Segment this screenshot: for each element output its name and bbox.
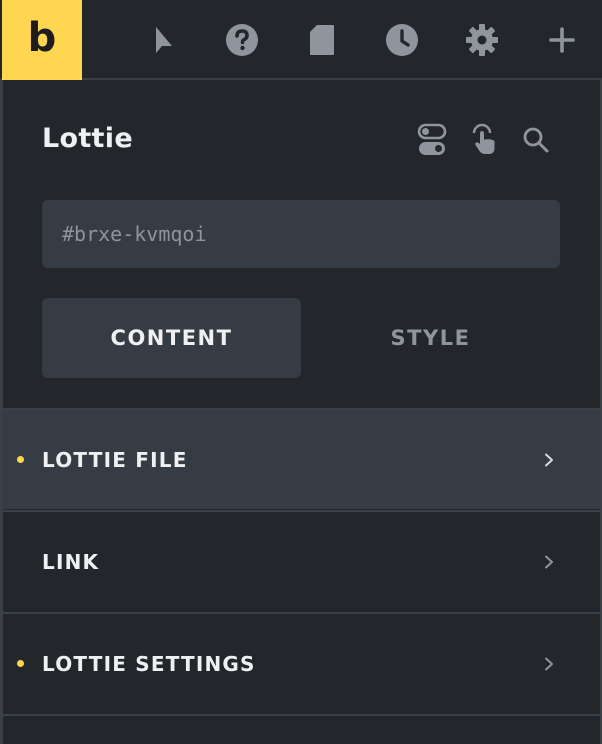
builder-logo[interactable]: b bbox=[2, 0, 82, 80]
panel-title: Lottie bbox=[42, 123, 133, 154]
cursor-icon[interactable] bbox=[142, 20, 182, 60]
chevron-right-icon bbox=[541, 554, 557, 570]
search-icon[interactable] bbox=[518, 122, 554, 158]
css-id-input[interactable] bbox=[42, 200, 560, 268]
tab-style[interactable]: STYLE bbox=[301, 298, 560, 378]
page-icon[interactable] bbox=[302, 20, 342, 60]
section-divider bbox=[3, 714, 600, 744]
help-icon[interactable] bbox=[222, 20, 262, 60]
chevron-right-icon bbox=[541, 656, 557, 672]
section-label: LOTTIE FILE bbox=[42, 447, 188, 472]
plus-icon[interactable] bbox=[542, 20, 582, 60]
modified-indicator bbox=[17, 660, 24, 667]
hand-pointer-icon[interactable] bbox=[466, 122, 502, 158]
logo-text: b bbox=[27, 15, 57, 61]
top-toolbar: b bbox=[0, 0, 602, 80]
settings-icon[interactable] bbox=[462, 20, 502, 60]
section-link[interactable]: LINK bbox=[3, 510, 600, 611]
section-label: LINK bbox=[42, 549, 100, 574]
modified-indicator bbox=[17, 456, 24, 463]
history-icon[interactable] bbox=[382, 20, 422, 60]
toggle-icon[interactable] bbox=[414, 122, 450, 158]
section-lottie-file[interactable]: LOTTIE FILE bbox=[3, 408, 600, 509]
chevron-right-icon bbox=[541, 452, 557, 468]
tab-content[interactable]: CONTENT bbox=[42, 298, 301, 378]
section-label: LOTTIE SETTINGS bbox=[42, 651, 256, 676]
section-lottie-settings[interactable]: LOTTIE SETTINGS bbox=[3, 612, 600, 713]
